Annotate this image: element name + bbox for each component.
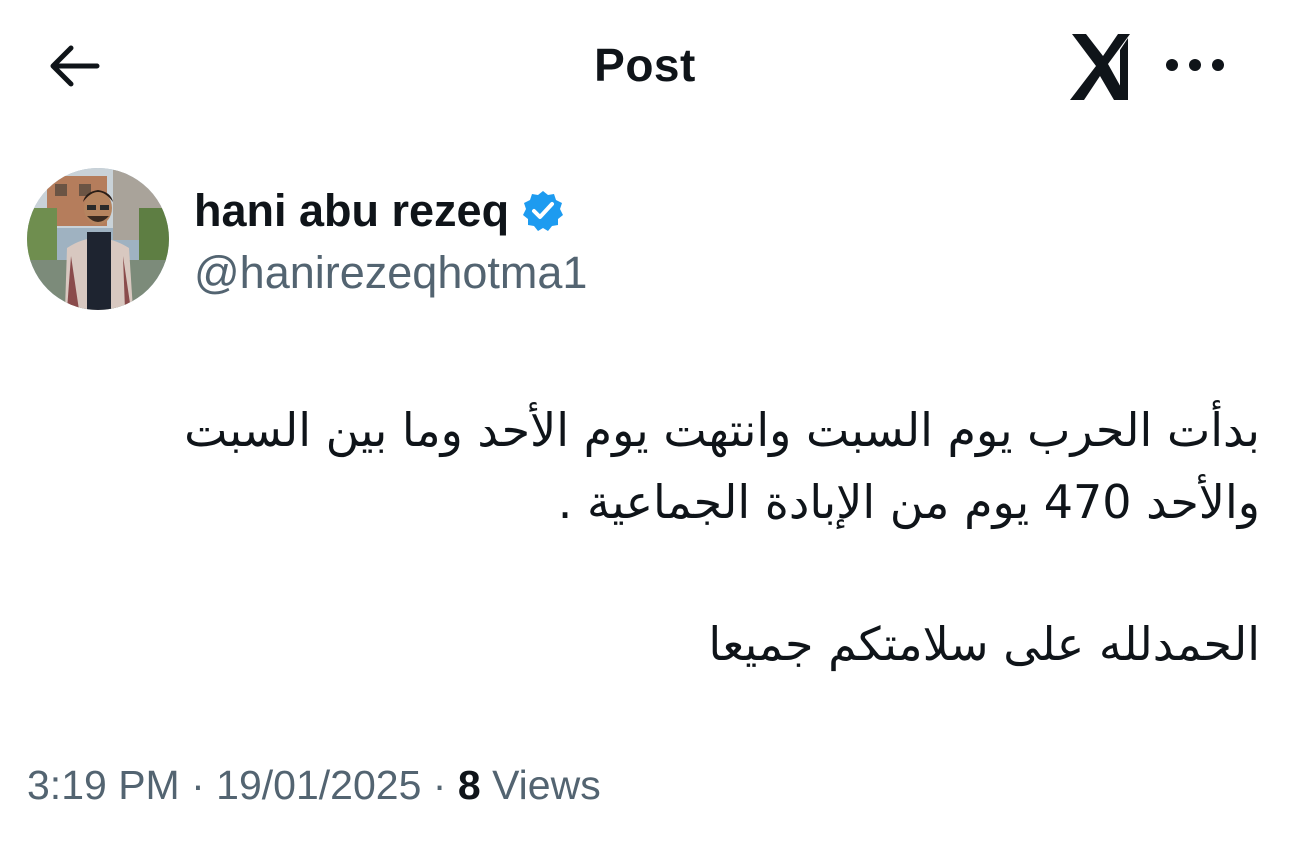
- more-horizontal-icon: [1166, 59, 1224, 71]
- post-date[interactable]: 19/01/2025: [216, 762, 421, 808]
- meta-separator: ·: [432, 762, 447, 808]
- avatar[interactable]: [27, 168, 169, 310]
- meta-separator: ·: [191, 762, 205, 808]
- verified-badge-icon: [523, 191, 564, 231]
- arrow-left-icon: [50, 45, 100, 87]
- back-button[interactable]: [40, 36, 106, 96]
- more-options-button[interactable]: [1160, 40, 1230, 90]
- grok-logo-icon: [1070, 34, 1130, 100]
- post-text-line: والأحد 470 يوم من الإبادة الجماعية .: [557, 475, 1260, 529]
- grok-button[interactable]: [1062, 28, 1136, 104]
- author-name[interactable]: hani abu rezeq: [194, 185, 509, 237]
- post-time[interactable]: 3:19 PM: [27, 762, 180, 808]
- post-text-line: بدأت الحرب يوم السبت وانتهت يوم الأحد وم…: [184, 403, 1260, 457]
- views-label[interactable]: Views: [492, 762, 601, 808]
- post-meta: 3:19 PM · 19/01/2025 · 8 Views: [27, 762, 601, 809]
- post-page: Post hani abu rezeq @hanirezeqhotma1 بدأ…: [0, 0, 1290, 861]
- top-bar: Post: [0, 0, 1290, 130]
- author-handle[interactable]: @hanirezeqhotma1: [194, 247, 587, 299]
- avatar-photo: [27, 168, 169, 310]
- author-name-row: hani abu rezeq: [194, 183, 565, 239]
- views-count[interactable]: 8: [458, 762, 481, 808]
- post-text-line: الحمدلله على سلامتكم جميعا: [708, 617, 1260, 671]
